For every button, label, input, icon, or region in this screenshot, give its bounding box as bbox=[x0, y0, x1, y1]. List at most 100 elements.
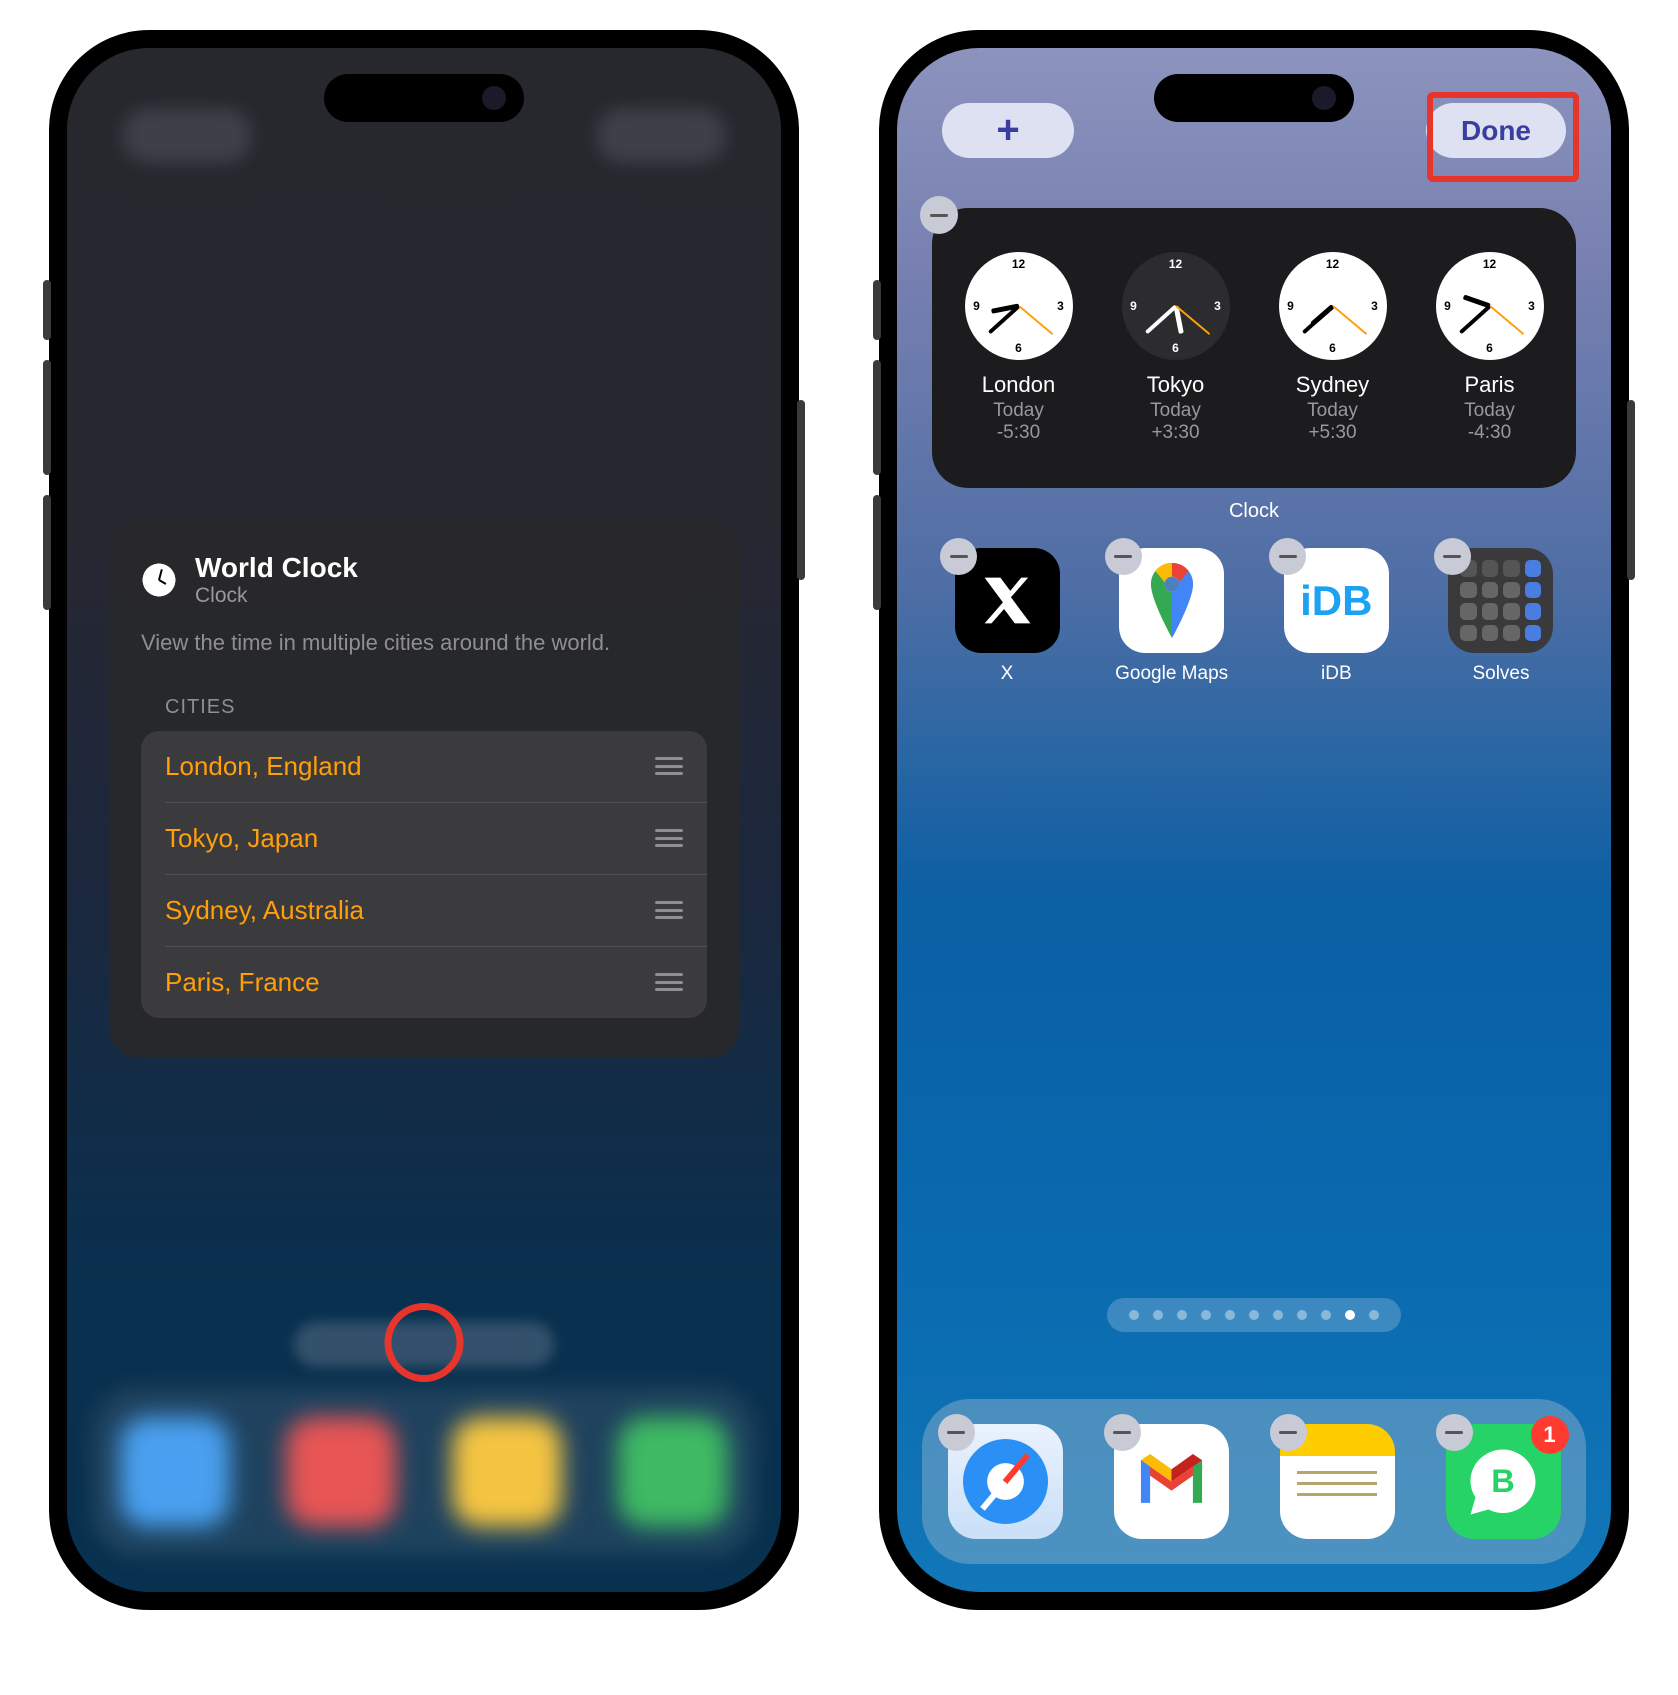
power-button bbox=[1627, 400, 1635, 580]
page-dot[interactable] bbox=[1369, 1310, 1379, 1320]
clock-city: 12 3 6 9 Paris Today -4:30 bbox=[1411, 252, 1568, 444]
dynamic-island bbox=[324, 74, 524, 122]
app-label: iDB bbox=[1321, 663, 1352, 685]
clock-offset: +3:30 bbox=[1151, 422, 1199, 444]
reorder-handle-icon[interactable] bbox=[655, 829, 683, 847]
power-button bbox=[797, 400, 805, 580]
clock-offset: -5:30 bbox=[997, 422, 1040, 444]
remove-app-button[interactable] bbox=[940, 538, 977, 575]
remove-app-button[interactable] bbox=[938, 1414, 975, 1451]
dock-app-gmail[interactable] bbox=[1114, 1424, 1229, 1539]
app-solves[interactable]: Solves bbox=[1426, 548, 1576, 685]
annotation-done-highlight bbox=[1427, 92, 1579, 182]
city-label: Paris, France bbox=[165, 967, 320, 998]
cities-list: London, England Tokyo, Japan Sydney, Aus… bbox=[141, 731, 707, 1018]
dynamic-island bbox=[1154, 74, 1354, 122]
widget-name-label: Clock bbox=[897, 500, 1611, 523]
remove-app-button[interactable] bbox=[1436, 1414, 1473, 1451]
screen-widget-config: World Clock Clock View the time in multi… bbox=[67, 48, 781, 1592]
app-x[interactable]: X bbox=[932, 548, 1082, 685]
page-dot[interactable] bbox=[1153, 1310, 1163, 1320]
volume-up bbox=[43, 360, 51, 475]
popup-subtitle: Clock bbox=[195, 584, 358, 608]
clock-day: Today bbox=[1464, 400, 1515, 422]
volume-up bbox=[873, 360, 881, 475]
world-clock-widget[interactable]: 12 3 6 9 London Today -5:30 12 3 6 9 bbox=[932, 208, 1576, 488]
page-indicator[interactable] bbox=[1107, 1298, 1401, 1332]
remove-app-button[interactable] bbox=[1105, 538, 1142, 575]
map-pin-icon bbox=[1142, 563, 1202, 638]
dock-app-safari[interactable] bbox=[948, 1424, 1063, 1539]
remove-app-button[interactable] bbox=[1434, 538, 1471, 575]
reorder-handle-icon[interactable] bbox=[655, 973, 683, 991]
mute-switch bbox=[873, 280, 881, 340]
analog-clock: 12 3 6 9 bbox=[965, 252, 1073, 360]
app-google-maps[interactable]: Google Maps bbox=[1097, 548, 1247, 685]
dock-app-whatsapp-business[interactable]: 1 B bbox=[1446, 1424, 1561, 1539]
clock-offset: +5:30 bbox=[1308, 422, 1356, 444]
blurred-add-button bbox=[122, 108, 252, 163]
cities-section-label: CITIES bbox=[141, 696, 707, 719]
city-row[interactable]: London, England bbox=[165, 731, 707, 803]
dock: 1 B bbox=[922, 1399, 1586, 1564]
city-label: Sydney, Australia bbox=[165, 895, 364, 926]
volume-down bbox=[873, 495, 881, 610]
app-idb[interactable]: iDB iDB bbox=[1261, 548, 1411, 685]
analog-clock: 12 3 6 9 bbox=[1279, 252, 1387, 360]
app-label: Solves bbox=[1472, 663, 1529, 685]
city-label: London, England bbox=[165, 751, 362, 782]
remove-app-button[interactable] bbox=[1270, 1414, 1307, 1451]
clock-city: 12 3 6 9 London Today -5:30 bbox=[940, 252, 1097, 444]
app-label: Google Maps bbox=[1115, 663, 1228, 685]
clock-city-name: London bbox=[982, 372, 1055, 398]
page-dot[interactable] bbox=[1273, 1310, 1283, 1320]
page-dot[interactable] bbox=[1177, 1310, 1187, 1320]
page-dot[interactable] bbox=[1201, 1310, 1211, 1320]
clock-day: Today bbox=[1150, 400, 1201, 422]
page-dot[interactable] bbox=[1129, 1310, 1139, 1320]
analog-clock: 12 3 6 9 bbox=[1122, 252, 1230, 360]
blurred-dock bbox=[92, 1387, 756, 1557]
phone-left: World Clock Clock View the time in multi… bbox=[49, 30, 799, 1610]
clock-icon bbox=[141, 562, 177, 598]
home-app-row: X Google Maps iDB bbox=[932, 548, 1576, 685]
notification-badge: 1 bbox=[1531, 1416, 1569, 1454]
clock-city: 12 3 6 9 Sydney Today +5:30 bbox=[1254, 252, 1411, 444]
volume-down bbox=[43, 495, 51, 610]
mute-switch bbox=[43, 280, 51, 340]
phone-right: + Done 12 3 6 9 London Today -5:30 bbox=[879, 30, 1629, 1610]
city-label: Tokyo, Japan bbox=[165, 823, 318, 854]
clock-city-name: Tokyo bbox=[1147, 372, 1204, 398]
chat-bubble-icon: B bbox=[1463, 1442, 1543, 1522]
x-logo-icon bbox=[980, 573, 1035, 628]
clock-city: 12 3 6 9 Tokyo Today +3:30 bbox=[1097, 252, 1254, 444]
clock-day: Today bbox=[993, 400, 1044, 422]
widget-config-popup: World Clock Clock View the time in multi… bbox=[109, 523, 739, 1058]
page-dot[interactable] bbox=[1249, 1310, 1259, 1320]
remove-app-button[interactable] bbox=[1104, 1414, 1141, 1451]
clock-city-name: Sydney bbox=[1296, 372, 1369, 398]
remove-widget-button[interactable] bbox=[920, 196, 958, 234]
clock-day: Today bbox=[1307, 400, 1358, 422]
clock-city-name: Paris bbox=[1464, 372, 1514, 398]
city-row[interactable]: Sydney, Australia bbox=[165, 875, 707, 947]
city-row[interactable]: Tokyo, Japan bbox=[165, 803, 707, 875]
reorder-handle-icon[interactable] bbox=[655, 757, 683, 775]
analog-clock: 12 3 6 9 bbox=[1436, 252, 1544, 360]
page-dot[interactable] bbox=[1345, 1310, 1355, 1320]
screen-home-edit[interactable]: + Done 12 3 6 9 London Today -5:30 bbox=[897, 48, 1611, 1592]
add-widget-button[interactable]: + bbox=[942, 103, 1074, 158]
popup-title: World Clock bbox=[195, 553, 358, 584]
reorder-handle-icon[interactable] bbox=[655, 901, 683, 919]
page-dot[interactable] bbox=[1297, 1310, 1307, 1320]
blurred-done-button bbox=[596, 108, 726, 163]
app-label: X bbox=[1001, 663, 1014, 685]
clock-offset: -4:30 bbox=[1468, 422, 1511, 444]
page-dot[interactable] bbox=[1321, 1310, 1331, 1320]
envelope-icon bbox=[1134, 1454, 1209, 1509]
svg-text:B: B bbox=[1491, 1463, 1514, 1499]
page-dot[interactable] bbox=[1225, 1310, 1235, 1320]
annotation-tap-indicator bbox=[385, 1303, 464, 1382]
dock-app-notes[interactable] bbox=[1280, 1424, 1395, 1539]
city-row[interactable]: Paris, France bbox=[141, 947, 707, 1018]
